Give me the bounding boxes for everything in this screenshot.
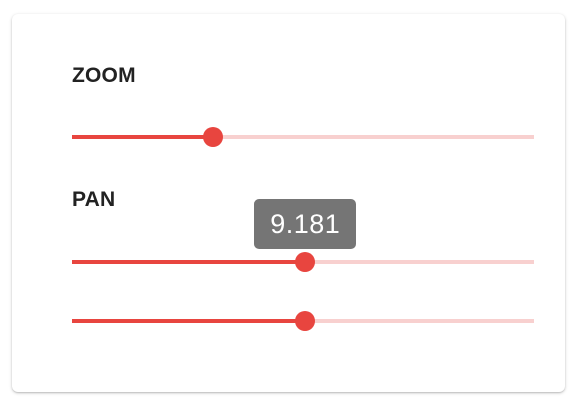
zoom-slider[interactable] [72, 127, 534, 147]
pan-value-tooltip: 9.181 [254, 199, 357, 249]
zoom-label: ZOOM [72, 64, 136, 87]
zoom-slider-thumb[interactable] [202, 127, 223, 147]
zoom-slider-fill [72, 135, 213, 139]
pan-slider-primary-thumb[interactable] [295, 252, 316, 272]
pan-slider-secondary[interactable] [72, 311, 534, 331]
pan-slider-primary-fill [72, 260, 306, 264]
slider-card: ZOOM PAN 9.181 [12, 14, 565, 392]
pan-slider-secondary-thumb[interactable] [295, 311, 316, 331]
pan-slider-primary[interactable]: 9.181 [72, 199, 534, 272]
pan-slider-secondary-fill [72, 319, 306, 323]
pan-label: PAN [72, 188, 116, 211]
